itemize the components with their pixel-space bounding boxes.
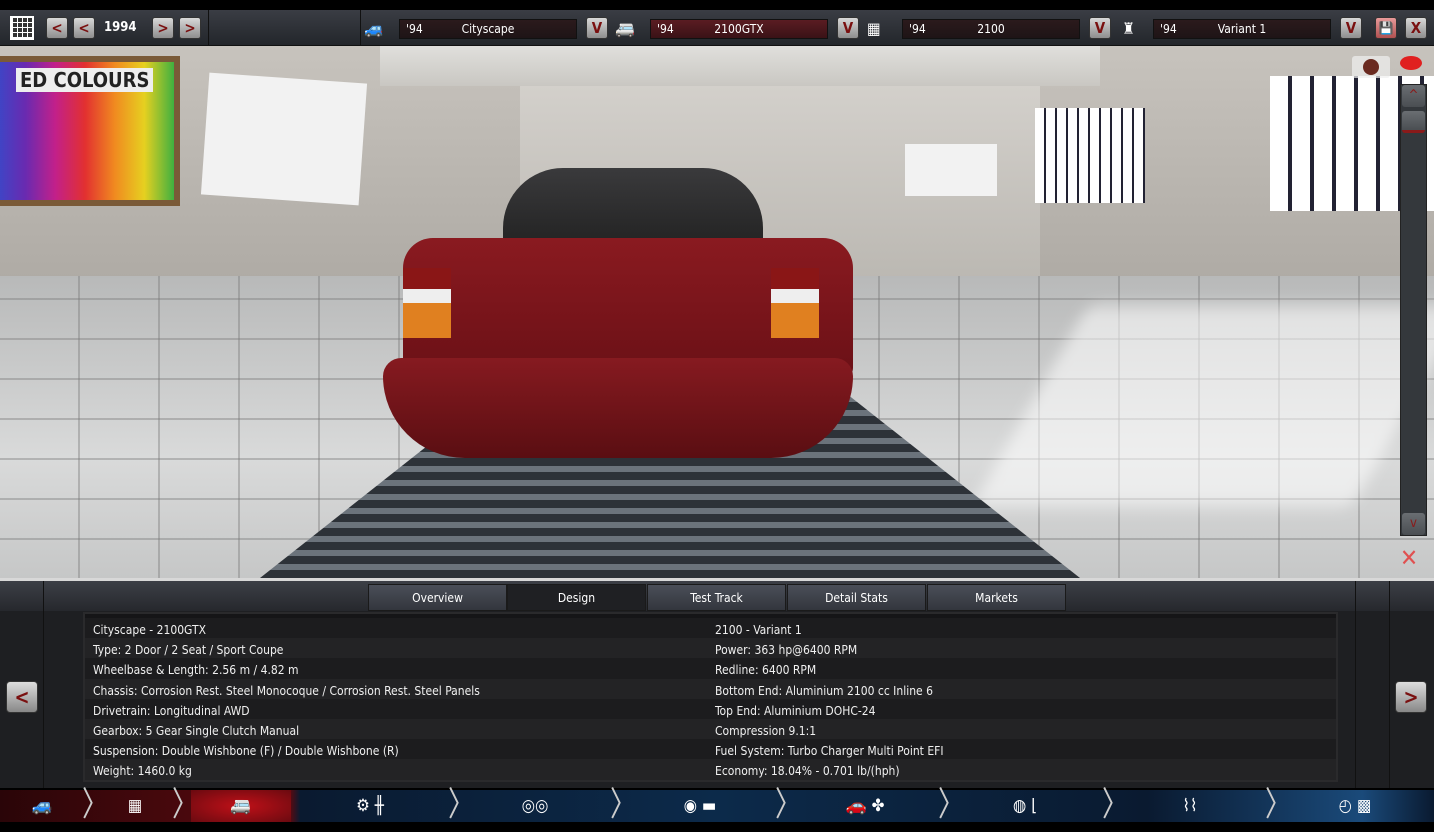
colours-poster: ED COLOURS bbox=[0, 56, 180, 206]
design-steps-bar: 🚙 〉 ▦ 〉 🚐 ⚙ ╫ 〉 ◎◎ 〉 ◉ ▬ 〉 🚗 ✤ 〉 ◍ ⌊ 〉 ⌇… bbox=[0, 786, 1434, 825]
trim-name: 2100GTX bbox=[714, 22, 764, 36]
trim-icon: 🚐 bbox=[615, 19, 635, 38]
poster-text: ED COLOURS bbox=[16, 68, 154, 92]
tab-design[interactable]: Design bbox=[507, 584, 646, 611]
spec-gearbox: Gearbox: 5 Gear Single Clutch Manual bbox=[93, 724, 300, 739]
tab-bar: Overview Design Test Track Detail Stats … bbox=[0, 581, 1434, 611]
variant-name: Variant 1 bbox=[1217, 22, 1267, 36]
record-icon[interactable] bbox=[1400, 56, 1422, 70]
camera-icon[interactable] bbox=[1352, 56, 1390, 78]
spec-top-end: Top End: Aluminium DOHC-24 bbox=[715, 703, 876, 718]
engine-name: 2100 bbox=[977, 22, 1005, 36]
trim-dropdown-button[interactable]: V bbox=[837, 17, 859, 39]
year-display: 1994 bbox=[104, 20, 137, 35]
car-body-icon: 🚙 bbox=[364, 19, 384, 38]
spec-bottom-end: Bottom End: Aluminium 2100 cc Inline 6 bbox=[715, 683, 933, 698]
info-panel: Overview Design Test Track Detail Stats … bbox=[0, 581, 1434, 788]
body-dropdown-button[interactable]: V bbox=[586, 17, 608, 39]
car-specs: Cityscape - 2100GTX Type: 2 Door / 2 Sea… bbox=[93, 620, 480, 782]
engine-dropdown-button[interactable]: V bbox=[1089, 17, 1111, 39]
design-summary: Cityscape - 2100GTX Type: 2 Door / 2 Sea… bbox=[83, 612, 1338, 782]
garage-3d-view[interactable]: ED COLOURS ^ v ✕ bbox=[0, 46, 1434, 578]
engine-selector[interactable]: '94 2100 bbox=[902, 19, 1080, 39]
step-engine-icon[interactable]: ▦ bbox=[95, 790, 175, 822]
previous-button[interactable]: < bbox=[6, 681, 38, 713]
step-model-icon[interactable]: 🚙 bbox=[0, 790, 85, 822]
year-back-button[interactable]: < bbox=[73, 17, 95, 39]
sketch-poster bbox=[200, 72, 368, 206]
spec-model: Cityscape - 2100GTX bbox=[93, 623, 206, 637]
scroll-up-button[interactable]: ^ bbox=[1402, 85, 1425, 107]
step-wheels-icon[interactable]: ◎◎ bbox=[465, 790, 605, 822]
step-interior-icon[interactable]: ◍ ⌊ bbox=[955, 790, 1095, 822]
spec-fuel-system: Fuel System: Turbo Charger Multi Point E… bbox=[715, 744, 944, 759]
trim-selector[interactable]: '94 2100GTX bbox=[650, 19, 828, 39]
year-forward-fast-button[interactable]: > bbox=[179, 17, 201, 39]
sketch-poster bbox=[905, 144, 997, 196]
body-selector[interactable]: '94 Cityscape bbox=[399, 19, 577, 39]
spec-engine: 2100 - Variant 1 bbox=[715, 623, 802, 637]
scroll-down-button[interactable]: v bbox=[1402, 513, 1425, 535]
next-button[interactable]: > bbox=[1395, 681, 1427, 713]
tab-overview[interactable]: Overview bbox=[368, 584, 507, 611]
car-model[interactable] bbox=[383, 168, 873, 463]
step-trim-icon[interactable]: 🚐 bbox=[191, 790, 291, 822]
spec-type: Type: 2 Door / 2 Seat / Sport Coupe bbox=[93, 643, 284, 658]
tab-markets[interactable]: Markets bbox=[927, 584, 1066, 611]
hide-view-icon[interactable]: ✕ bbox=[1400, 544, 1418, 572]
spec-chassis: Chassis: Corrosion Rest. Steel Monocoque… bbox=[93, 683, 480, 698]
spec-economy: Economy: 18.04% - 0.701 lb/(hph) bbox=[715, 764, 900, 779]
step-drivetrain-icon[interactable]: ⚙ ╫ bbox=[300, 790, 440, 822]
save-button[interactable]: 💾 bbox=[1375, 17, 1397, 39]
step-test-icon[interactable]: ◴ ▩ bbox=[1285, 790, 1425, 822]
spec-redline: Redline: 6400 RPM bbox=[715, 663, 817, 678]
window bbox=[1035, 108, 1145, 203]
body-name: Cityscape bbox=[461, 22, 515, 36]
spec-power: Power: 363 hp@6400 RPM bbox=[715, 643, 858, 658]
year-back-fast-button[interactable]: < bbox=[46, 17, 68, 39]
close-button[interactable]: X bbox=[1405, 17, 1427, 39]
scroll-thumb[interactable] bbox=[1402, 111, 1425, 133]
spec-suspension: Suspension: Double Wishbone (F) / Double… bbox=[93, 744, 399, 759]
spec-drivetrain: Drivetrain: Longitudinal AWD bbox=[93, 703, 250, 718]
view-scrollbar[interactable]: ^ v bbox=[1400, 84, 1427, 536]
calendar-icon[interactable] bbox=[10, 16, 34, 40]
variant-selector[interactable]: '94 Variant 1 bbox=[1153, 19, 1331, 39]
tab-test-track[interactable]: Test Track bbox=[647, 584, 786, 611]
spec-compression: Compression 9.1:1 bbox=[715, 724, 817, 739]
year-forward-button[interactable]: > bbox=[152, 17, 174, 39]
engine-icon: ▦ bbox=[867, 19, 881, 38]
piston-icon: ♜ bbox=[1122, 19, 1135, 38]
spec-weight: Weight: 1460.0 kg bbox=[93, 764, 192, 779]
variant-dropdown-button[interactable]: V bbox=[1340, 17, 1362, 39]
step-brakes-icon[interactable]: ◉ ▬ bbox=[630, 790, 770, 822]
tab-detail-stats[interactable]: Detail Stats bbox=[787, 584, 926, 611]
step-suspension-icon[interactable]: ⌇⌇ bbox=[1120, 790, 1260, 822]
spec-wheelbase: Wheelbase & Length: 2.56 m / 4.82 m bbox=[93, 663, 299, 678]
step-aero-cooling-icon[interactable]: 🚗 ✤ bbox=[795, 790, 935, 822]
engine-specs: 2100 - Variant 1 Power: 363 hp@6400 RPM … bbox=[715, 620, 944, 782]
top-toolbar: < < 1994 > > 🚙 '94 Cityscape V 🚐 '94 2100G… bbox=[0, 10, 1434, 46]
